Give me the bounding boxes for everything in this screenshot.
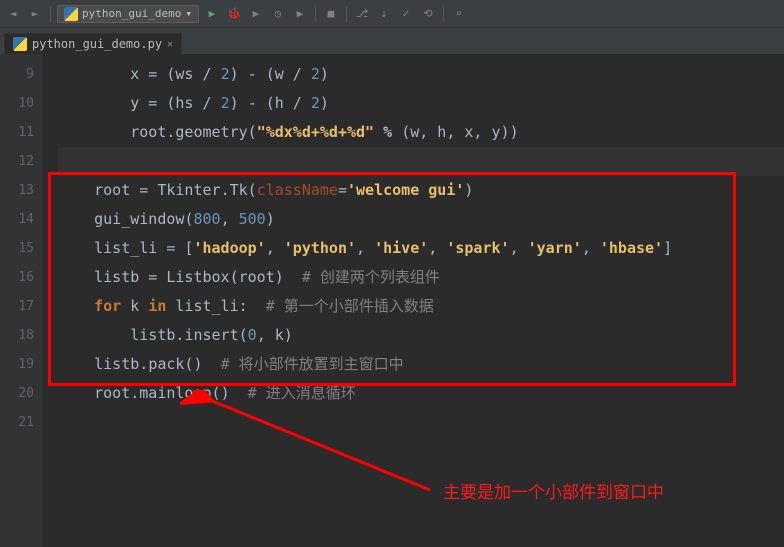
code-line: for k in list_li: # 第一个小部件插入数据	[58, 292, 784, 321]
forward-icon[interactable]: ►	[26, 5, 44, 23]
line-num: 18	[0, 321, 34, 350]
line-num: 16	[0, 263, 34, 292]
python-icon	[64, 7, 78, 21]
code-line: root.geometry("%dx%d+%d+%d" % (w, h, x, …	[58, 118, 784, 147]
separator	[315, 6, 316, 22]
code-line: y = (hs / 2) - (h / 2)	[58, 89, 784, 118]
line-num: 10	[0, 89, 34, 118]
separator	[346, 6, 347, 22]
line-num: 9	[0, 60, 34, 89]
line-num: 15	[0, 234, 34, 263]
code-line: listb = Listbox(root) # 创建两个列表组件	[58, 263, 784, 292]
toolbar: ◄ ► python_gui_demo ▾ ▶ 🐞 ▶ ◷ ▶ ■ ⎇ ↓ ✓ …	[0, 0, 784, 28]
code-line: listb.pack() # 将小部件放置到主窗口中	[58, 350, 784, 379]
coverage-icon[interactable]: ▶	[247, 5, 265, 23]
code-line: list_li = ['hadoop', 'python', 'hive', '…	[58, 234, 784, 263]
separator	[443, 6, 444, 22]
annotation-text: 主要是加一个小部件到窗口中	[443, 478, 664, 503]
line-num: 11	[0, 118, 34, 147]
close-icon[interactable]: ✕	[167, 39, 173, 50]
line-num: 20	[0, 379, 34, 408]
attach-icon[interactable]: ▶	[291, 5, 309, 23]
python-file-icon	[13, 37, 27, 51]
debug-icon[interactable]: 🐞	[225, 5, 243, 23]
line-num: 12	[0, 147, 34, 176]
profile-icon[interactable]: ◷	[269, 5, 287, 23]
separator	[50, 6, 51, 22]
back-icon[interactable]: ◄	[4, 5, 22, 23]
tab-filename: python_gui_demo.py	[32, 37, 162, 51]
gutter: 9 10 11 12 13 14 15 16 17 18 19 20 21	[0, 54, 42, 547]
search-icon[interactable]: ⌕	[450, 5, 468, 23]
code-line: root = Tkinter.Tk(className='welcome gui…	[58, 176, 784, 205]
run-config-dropdown[interactable]: python_gui_demo ▾	[57, 5, 199, 23]
code-line: x = (ws / 2) - (w / 2)	[58, 60, 784, 89]
update-icon[interactable]: ↓	[375, 5, 393, 23]
line-num: 19	[0, 350, 34, 379]
run-icon[interactable]: ▶	[203, 5, 221, 23]
line-num: 13	[0, 176, 34, 205]
chevron-down-icon: ▾	[185, 7, 192, 20]
line-num: 21	[0, 408, 34, 437]
file-tab[interactable]: python_gui_demo.py ✕	[4, 33, 182, 54]
code-area[interactable]: x = (ws / 2) - (w / 2) y = (hs / 2) - (h…	[42, 54, 784, 547]
vcs-icon[interactable]: ⎇	[353, 5, 371, 23]
tab-bar: python_gui_demo.py ✕	[0, 28, 784, 54]
line-num: 17	[0, 292, 34, 321]
stop-icon[interactable]: ■	[322, 5, 340, 23]
code-line: root.mainloop() # 进入消息循环	[58, 379, 784, 408]
code-line	[58, 147, 784, 176]
editor: 9 10 11 12 13 14 15 16 17 18 19 20 21 x …	[0, 54, 784, 547]
code-line: gui_window(800, 500)	[58, 205, 784, 234]
code-line	[58, 408, 784, 437]
dropdown-label: python_gui_demo	[82, 7, 181, 20]
code-line: listb.insert(0, k)	[58, 321, 784, 350]
line-num: 14	[0, 205, 34, 234]
commit-icon[interactable]: ✓	[397, 5, 415, 23]
history-icon[interactable]: ⟲	[419, 5, 437, 23]
